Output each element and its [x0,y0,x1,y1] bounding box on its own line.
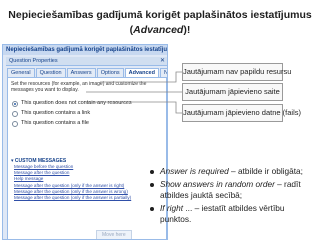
callout-file: Jautājumam jāpievieno datne (fails) [182,104,301,122]
close-icon[interactable]: ✕ [160,58,165,65]
radio-no-resources[interactable]: This question does not contain any resou… [12,100,132,107]
bullet-dot [150,182,154,187]
bullet-dot [150,170,154,174]
message-link[interactable]: Message after the question (only if the … [14,183,131,189]
tab-answers[interactable]: Answers [66,68,96,77]
question-properties-window: Nepieciešamības gadījumā korigēt paplaši… [2,44,168,240]
bullet-dot [150,206,154,211]
bullet-item: If right ... – iestatīt atbildes vērtību… [148,203,318,226]
move-here-button[interactable]: Move here [96,230,132,239]
radio-button[interactable] [12,100,18,107]
radio-button[interactable] [12,110,18,117]
tab-options[interactable]: Options [96,68,124,77]
tab-question[interactable]: Question [35,68,66,77]
radio-button[interactable] [12,120,18,127]
window-title: Nepieciešamības gadījumā korigēt paplaši… [3,45,167,55]
bullet-item: Answer is required – atbilde ir obligāta… [148,166,318,178]
tab-advanced[interactable]: Advanced [124,68,159,77]
bullet-list: Answer is required – atbilde ir obligāta… [148,166,318,227]
bullet-item: Show answers in random order – radīt atb… [148,179,318,202]
radio-label: This question contains a link [21,110,91,116]
slide-title-line2: (Advanced)! [129,24,191,36]
advanced-panel: Set the resources (for example, an image… [7,77,167,239]
tab-notes[interactable]: Notes [159,68,167,77]
callout-no-resources: Jautājumam nav papildu resursu [182,63,291,81]
intro-text: Set the resources (for example, an image… [11,81,147,93]
radio-label: This question does not contain any resou… [21,100,132,106]
message-link[interactable]: Message after the question (only if the … [14,195,131,201]
message-links: Message before the question Message afte… [14,164,131,201]
radio-link[interactable]: This question contains a link [12,110,90,117]
slide-title: Nepieciešamības gadījumā korigēt paplaši… [0,8,320,38]
panel-header: Question Properties ✕ [6,57,167,66]
callout-link: Jautājumam jāpievieno saite [182,83,283,101]
tab-strip: General Question Answers Options Advance… [7,68,167,77]
tab-general[interactable]: General [7,68,35,77]
slide-title-line1: Nepieciešamības gadījumā korigēt paplaši… [8,9,312,21]
radio-file[interactable]: This question contains a file [12,120,89,127]
radio-label: This question contains a file [21,120,89,126]
advanced-italic: Advanced [133,24,184,36]
panel-title: Question Properties [9,58,58,64]
